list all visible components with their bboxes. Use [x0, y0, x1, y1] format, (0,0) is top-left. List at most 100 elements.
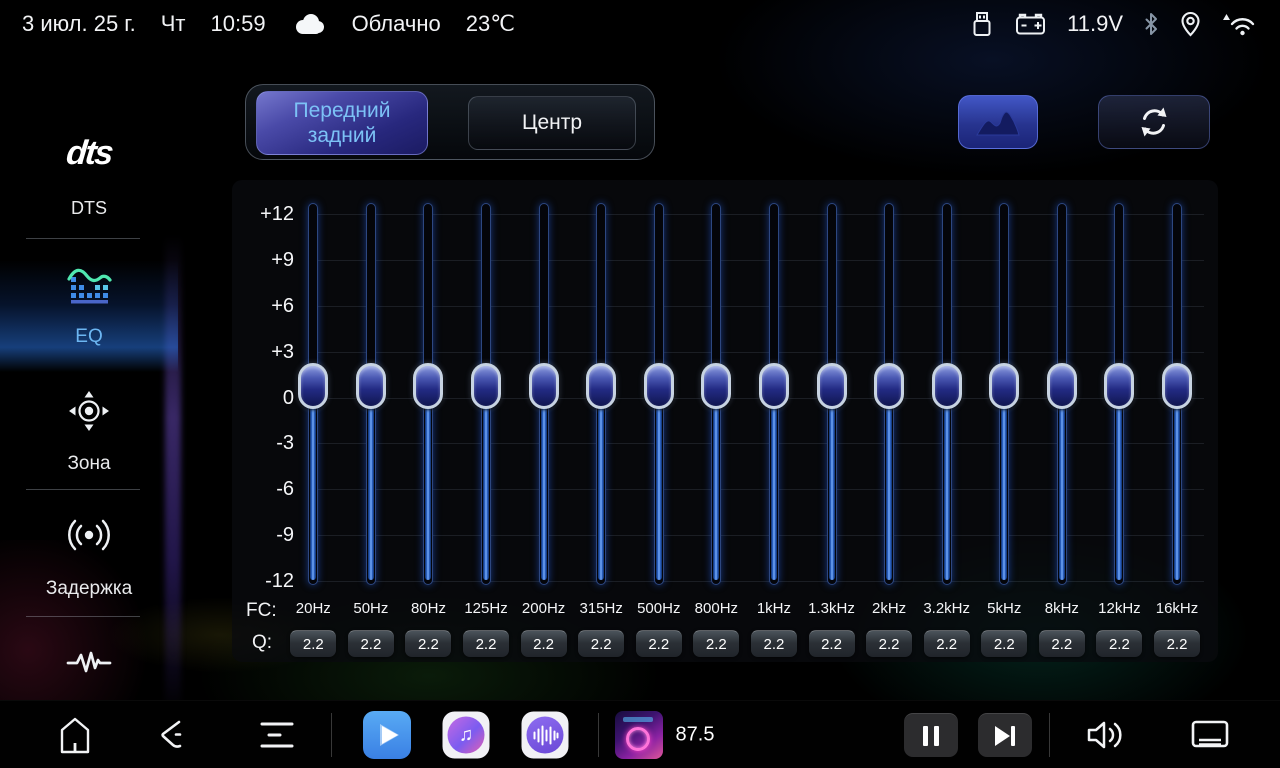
frequency-icon[interactable] [0, 648, 178, 678]
home-button[interactable] [57, 716, 93, 754]
curve-icon [975, 107, 1021, 137]
eq-band-fill [1116, 406, 1122, 581]
eq-band-knob[interactable] [989, 363, 1019, 409]
eq-band-knob[interactable] [1047, 363, 1077, 409]
eq-band-knob[interactable] [471, 363, 501, 409]
eq-scale-label: +9 [236, 248, 294, 272]
eq-band-knob[interactable] [817, 363, 847, 409]
eq-band-knob[interactable] [759, 363, 789, 409]
eq-band-knob[interactable] [1162, 363, 1192, 409]
menu-list-button[interactable] [260, 720, 294, 750]
eq-band-q-button[interactable]: 2.2 [751, 630, 797, 657]
eq-scale-label: +12 [236, 202, 294, 226]
next-track-button[interactable] [978, 713, 1032, 757]
car-battery-icon [1015, 13, 1046, 36]
eq-band-fill [310, 406, 316, 581]
bottom-bar-divider [331, 713, 332, 757]
eq-band-q-button[interactable]: 2.2 [809, 630, 855, 657]
eq-reset-button[interactable] [1098, 95, 1210, 149]
eq-band-fill [944, 406, 950, 581]
eq-gridline [312, 489, 1204, 490]
back-button[interactable] [157, 719, 187, 751]
eq-band-fill [598, 406, 604, 581]
eq-band-q-button[interactable]: 2.2 [1096, 630, 1142, 657]
sidebar-item-zone[interactable]: Зона [0, 453, 178, 475]
eq-scale-label: 0 [236, 386, 294, 410]
radio-app-thumbnail[interactable] [615, 711, 663, 759]
music-app-icon[interactable]: ♫ [443, 712, 490, 759]
tab-center[interactable]: Центр [468, 96, 636, 150]
sidebar-item-delay[interactable]: Задержка [0, 578, 178, 600]
eq-band-fill [483, 406, 489, 581]
eq-band-fill [1001, 406, 1007, 581]
eq-band-q-button[interactable]: 2.2 [521, 630, 567, 657]
eq-band-knob[interactable] [701, 363, 731, 409]
bottom-bar-divider [1049, 713, 1050, 757]
fc-caption: FC: [246, 600, 277, 622]
sidebar-divider [26, 489, 140, 490]
eq-band-fill [425, 406, 431, 581]
eq-band-q-button[interactable]: 2.2 [463, 630, 509, 657]
eq-band-q-button[interactable]: 2.2 [348, 630, 394, 657]
speaker-tab-bar: Передний задний Центр [245, 84, 655, 160]
eq-band-q-button[interactable]: 2.2 [578, 630, 624, 657]
eq-band-q-button[interactable]: 2.2 [981, 630, 1027, 657]
eq-band-knob[interactable] [644, 363, 674, 409]
eq-gridline [312, 260, 1204, 261]
eq-band-q-button[interactable]: 2.2 [866, 630, 912, 657]
volume-button[interactable] [1084, 717, 1126, 753]
eq-band-knob[interactable] [874, 363, 904, 409]
eq-band-q-button[interactable]: 2.2 [1154, 630, 1200, 657]
zone-icon[interactable] [0, 388, 178, 434]
battery-voltage: 11.9V [1067, 11, 1123, 37]
eq-band-knob[interactable] [1104, 363, 1134, 409]
eq-band-fill [1174, 406, 1180, 581]
eq-gridline [312, 581, 1204, 582]
status-day: Чт [161, 11, 186, 37]
delay-icon[interactable] [0, 516, 178, 554]
eq-panel: FC: Q: +12+9+6+30-3-6-9-1220Hz2.250Hz2.2… [232, 180, 1218, 662]
status-condition: Облачно [352, 11, 441, 37]
eq-band-knob[interactable] [298, 363, 328, 409]
usb-icon [970, 11, 994, 38]
sidebar-item-eq[interactable]: EQ [0, 326, 178, 348]
eq-band-knob[interactable] [586, 363, 616, 409]
sidebar: dts DTS EQ Зона [0, 48, 178, 700]
eq-band-knob[interactable] [529, 363, 559, 409]
eq-band-q-button[interactable]: 2.2 [693, 630, 739, 657]
eq-band-q-button[interactable]: 2.2 [636, 630, 682, 657]
eq-band-fill [886, 406, 892, 581]
eq-band-fill [368, 406, 374, 581]
eq-band-q-button[interactable]: 2.2 [1039, 630, 1085, 657]
eq-band-q-button[interactable]: 2.2 [290, 630, 336, 657]
eq-band-fill [1059, 406, 1065, 581]
eq-band-knob[interactable] [356, 363, 386, 409]
location-icon [1180, 11, 1201, 37]
tab-front-rear[interactable]: Передний задний [256, 91, 428, 155]
eq-curve-button[interactable] [958, 95, 1038, 149]
equalizer-icon[interactable] [0, 264, 178, 306]
eq-gridline [312, 443, 1204, 444]
screen-off-button[interactable] [1189, 718, 1231, 752]
q-caption: Q: [252, 632, 272, 654]
video-player-app-icon[interactable] [363, 711, 411, 759]
eq-band-fill [771, 406, 777, 581]
eq-band-knob[interactable] [413, 363, 443, 409]
eq-band-q-button[interactable]: 2.2 [405, 630, 451, 657]
radio-frequency-label: 87.5 [676, 724, 715, 747]
eq-band-q-button[interactable]: 2.2 [924, 630, 970, 657]
bottom-bar-divider [598, 713, 599, 757]
status-bar: 3 июл. 25 г. Чт 10:59 Облачно 23℃ 11.9V [0, 0, 1280, 48]
eq-band-knob[interactable] [932, 363, 962, 409]
voice-app-icon[interactable] [522, 712, 569, 759]
pause-button[interactable] [904, 713, 958, 757]
status-time: 10:59 [211, 11, 266, 37]
eq-scale-label: +3 [236, 340, 294, 364]
reset-icon [1136, 104, 1172, 140]
eq-scale-label: -12 [236, 569, 294, 593]
sidebar-item-dts[interactable]: DTS [0, 198, 178, 219]
eq-band-fill [541, 406, 547, 581]
eq-scale-label: -6 [236, 477, 294, 501]
bluetooth-icon [1144, 12, 1159, 36]
sidebar-divider [26, 616, 140, 617]
